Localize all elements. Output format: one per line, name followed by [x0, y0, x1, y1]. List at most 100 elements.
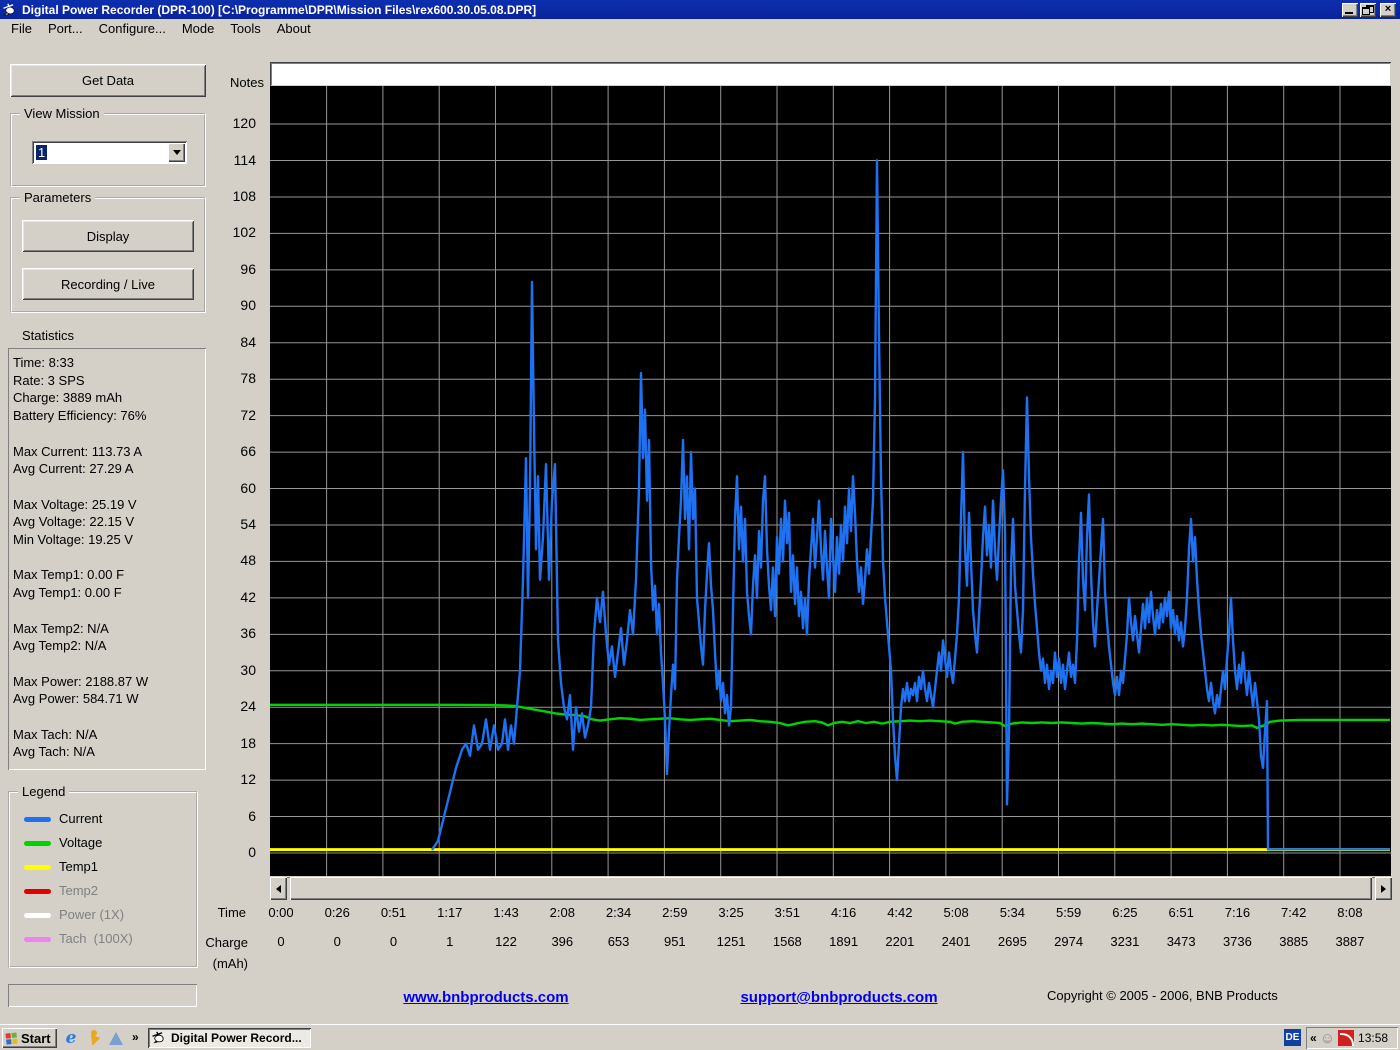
time-tick-label: 2:34 [605, 905, 632, 920]
chart-horizontal-scrollbar[interactable] [270, 877, 1392, 900]
y-tick-label: 36 [240, 625, 256, 642]
legend-item-temp2[interactable]: Temp2 [10, 883, 196, 903]
legend-item-label: Voltage [59, 835, 103, 850]
time-tick-label: 1:17 [437, 905, 463, 920]
y-tick-label: 102 [232, 224, 256, 241]
notes-field[interactable] [270, 62, 1391, 86]
charge-tick-label: 1568 [772, 934, 802, 949]
legend-swatch-icon [24, 937, 51, 942]
y-tick-label: 78 [240, 370, 256, 387]
time-tick-label: 6:51 [1168, 905, 1194, 920]
charge-unit-label: (mAh) [212, 956, 248, 971]
scroll-thumb[interactable] [290, 877, 1372, 900]
y-tick-label: 84 [240, 333, 256, 350]
legend-item-label: Temp1 [59, 859, 99, 874]
title-bar: Digital Power Recorder (DPR-100) [C:\Pro… [0, 0, 1400, 19]
language-indicator[interactable]: DE [1284, 1029, 1301, 1046]
quick-launch-icon-3[interactable] [107, 1029, 125, 1047]
menu-item-tools[interactable]: Tools [222, 20, 268, 38]
time-tick-label: 5:08 [943, 905, 969, 920]
charge-tick-label: 1 [446, 934, 454, 949]
time-tick-label: 1:43 [493, 905, 519, 920]
arrow-left-icon [276, 884, 281, 893]
stat-line: Max Tach: N/A [13, 726, 98, 742]
y-tick-label: 108 [232, 187, 256, 204]
stat-line: Avg Tach: N/A [13, 744, 95, 760]
y-tick-label: 90 [240, 297, 256, 314]
restore-button[interactable] [1360, 2, 1376, 17]
minimize-button[interactable] [1342, 2, 1358, 17]
quick-launch-more-icon[interactable]: » [132, 1030, 139, 1044]
start-button[interactable]: Start [2, 1028, 57, 1048]
menu-item-configure[interactable]: Configure... [91, 20, 174, 38]
status-box [8, 984, 197, 1007]
system-tray: « ☺ 13:58 [1306, 1027, 1398, 1049]
stat-line: Avg Temp2: N/A [13, 638, 107, 654]
menu-bar: File Port... Configure... Mode Tools About [0, 19, 1400, 38]
charge-tick-label: 2201 [885, 934, 915, 949]
legend-group: Legend Current Voltage Temp1 Temp2 Power (1X… [8, 784, 198, 968]
stat-line [8, 602, 206, 620]
display-button[interactable]: Display [22, 220, 194, 252]
aim-icon[interactable] [85, 1029, 103, 1048]
menu-item-about[interactable]: About [269, 20, 319, 38]
y-tick-label: 54 [240, 515, 256, 532]
legend-item-power[interactable]: Power (1X) [10, 907, 196, 927]
close-button[interactable]: × [1380, 2, 1396, 17]
charge-tick-label: 3736 [1222, 934, 1252, 949]
y-tick-label: 42 [240, 588, 256, 605]
y-tick-label: 96 [240, 260, 256, 277]
charge-tick-label: 0 [333, 934, 341, 949]
time-tick-label: 6:25 [1112, 905, 1138, 920]
y-tick-label: 48 [240, 552, 256, 569]
legend-item-current[interactable]: Current [10, 811, 196, 831]
task-button[interactable]: Digital Power Record... [148, 1028, 311, 1048]
legend-swatch-icon [24, 889, 51, 894]
antivirus-tray-icon[interactable] [1338, 1030, 1355, 1046]
scroll-right-button[interactable] [1375, 877, 1392, 900]
ie-icon[interactable]: e [62, 1029, 80, 1047]
mission-dropdown-button[interactable] [168, 143, 185, 162]
menu-item-port[interactable]: Port... [40, 20, 91, 38]
menu-item-file[interactable]: File [3, 20, 40, 38]
legend-item-tach[interactable]: Tach (100X) [10, 931, 196, 951]
charge-tick-label: 3231 [1110, 934, 1140, 949]
collapse-chevron-icon[interactable]: « [1310, 1031, 1317, 1045]
copyright-text: Copyright © 2005 - 2006, BNB Products [1047, 988, 1278, 1003]
stat-line: Avg Power: 584.71 W [13, 691, 139, 707]
legend-item-voltage[interactable]: Voltage [10, 835, 196, 855]
smiley-tray-icon[interactable]: ☺ [1320, 1031, 1335, 1046]
legend-swatch-icon [24, 817, 51, 822]
stat-line [8, 549, 206, 567]
parameters-label: Parameters [20, 190, 96, 205]
y-tick-label: 0 [248, 844, 256, 860]
arrow-right-icon [1381, 884, 1386, 893]
series-current [430, 159, 1390, 851]
stat-line: Max Temp1: 0.00 F [13, 567, 125, 583]
stat-line: Battery Efficiency: 76% [13, 408, 147, 424]
website-link[interactable]: www.bnbproducts.com [386, 989, 586, 1006]
y-tick-label: 120 [232, 115, 256, 132]
support-link[interactable]: support@bnbproducts.com [723, 989, 955, 1006]
y-tick-label: 66 [240, 443, 256, 460]
scroll-left-button[interactable] [270, 877, 287, 900]
legend-item-label: Current [59, 811, 103, 826]
menu-item-mode[interactable]: Mode [174, 20, 223, 38]
stat-line [8, 655, 206, 673]
time-tick-label: 5:34 [999, 905, 1026, 920]
window-title: Digital Power Recorder (DPR-100) [C:\Pro… [22, 2, 537, 17]
axis-tick-rows: 0:00 0 0:26 0 0:51 0 1:17 1 1:43 122 2:08 396 2:34 65… [268, 903, 1391, 975]
helicopter-icon [3, 3, 15, 16]
time-tick-label: 4:42 [887, 905, 913, 920]
time-tick-label: 2:08 [549, 905, 575, 920]
y-tick-label: 24 [240, 698, 256, 715]
recording-live-button[interactable]: Recording / Live [22, 268, 194, 300]
legend-swatch-icon [24, 865, 51, 870]
mission-select[interactable]: 1 [32, 141, 187, 164]
get-data-button[interactable]: Get Data [10, 64, 206, 97]
time-tick-label: 7:16 [1224, 905, 1251, 920]
charge-tick-label: 0 [277, 934, 285, 949]
legend-item-temp1[interactable]: Temp1 [10, 859, 196, 879]
time-tick-label: 3:51 [774, 905, 800, 920]
time-tick-label: 4:16 [830, 905, 857, 920]
